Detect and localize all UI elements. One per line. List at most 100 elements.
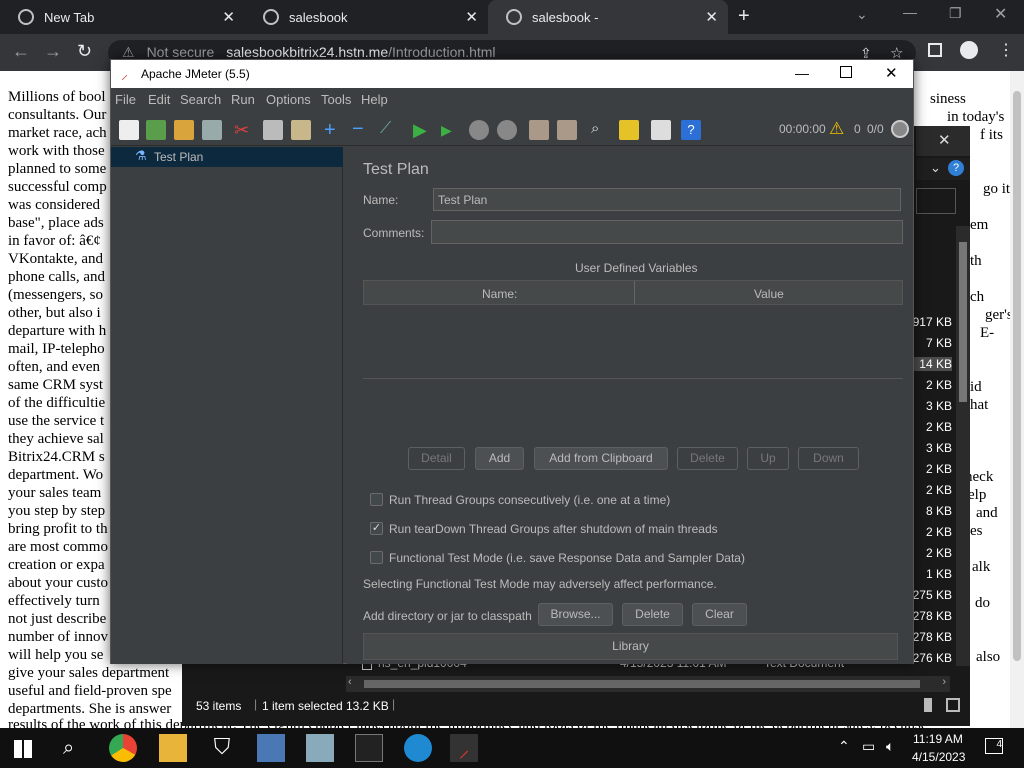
paste-icon[interactable] [291, 120, 311, 140]
delete-button[interactable]: Delete [677, 447, 738, 470]
help-icon[interactable]: ? [681, 120, 701, 140]
clear-icon[interactable] [529, 120, 549, 140]
file-explorer-icon[interactable] [159, 734, 187, 762]
templates-icon[interactable] [146, 120, 166, 140]
page-text-fragment: E- [980, 325, 995, 341]
run-consecutively-checkbox[interactable] [370, 493, 383, 506]
page-scrollbar[interactable] [1010, 71, 1024, 728]
page-text-fragment: es [970, 523, 983, 539]
globe-icon [506, 9, 522, 25]
edge-icon[interactable] [404, 734, 432, 762]
search-binoculars-icon[interactable]: ⌕ [591, 120, 611, 140]
explorer-scrollbar[interactable] [956, 226, 970, 666]
menu-options[interactable]: Options [266, 92, 311, 107]
chevron-up-icon[interactable]: ⌃ [838, 738, 850, 755]
maximize-icon[interactable] [840, 66, 852, 78]
profile-icon[interactable] [960, 41, 978, 59]
down-button[interactable]: Down [798, 447, 859, 470]
tab-salesbook-active[interactable]: salesbook - ✕ [488, 0, 728, 34]
jmeter-taskbar-icon[interactable]: ⸝ [450, 734, 478, 762]
help-icon[interactable]: ? [948, 160, 964, 176]
chrome-icon[interactable] [109, 734, 137, 762]
tab-new-tab[interactable]: New Tab ✕ [0, 0, 245, 34]
app-icon-2[interactable] [306, 734, 334, 762]
chevron-down-icon[interactable]: ⌄ [930, 160, 941, 176]
forward-icon[interactable]: → [44, 41, 62, 62]
minimize-icon[interactable]: — [795, 65, 809, 81]
close-window-icon[interactable]: ✕ [994, 4, 1007, 24]
delete-classpath-button[interactable]: Delete [622, 603, 683, 626]
new-tab-button[interactable]: + [738, 5, 750, 28]
page-text-line: useful and field-proven spe [8, 683, 172, 699]
new-icon[interactable] [119, 120, 139, 140]
comments-field[interactable] [431, 220, 903, 244]
close-icon[interactable]: ✕ [705, 8, 718, 26]
clock-date[interactable]: 4/15/2023 [912, 750, 965, 764]
scrollbar-thumb[interactable] [1013, 91, 1021, 661]
name-field[interactable]: Test Plan [433, 188, 901, 211]
page-text-line: are most commo [8, 539, 108, 555]
browse-button[interactable]: Browse... [538, 603, 613, 626]
udv-table-body[interactable] [363, 305, 903, 379]
up-button[interactable]: Up [747, 447, 789, 470]
save-icon[interactable] [202, 120, 222, 140]
cut-icon[interactable]: ✂ [234, 120, 254, 140]
reload-icon[interactable]: ↻ [77, 41, 92, 62]
clock-time[interactable]: 11:19 AM [913, 732, 963, 746]
expand-icon[interactable]: + [324, 120, 344, 140]
page-text-line: same CRM syst [8, 377, 104, 393]
horizontal-scrollbar[interactable]: ‹ › [346, 676, 950, 692]
tree-item-test-plan[interactable]: ⚗ Test Plan [111, 147, 343, 167]
search-box[interactable] [916, 188, 956, 214]
app-icon[interactable] [257, 734, 285, 762]
clear-all-icon[interactable] [557, 120, 577, 140]
close-icon[interactable]: ✕ [885, 64, 898, 82]
teardown-checkbox[interactable]: ✓ [370, 522, 383, 535]
security-shield-icon[interactable]: ⛉ [208, 734, 236, 762]
warning-icon[interactable]: ⚠ [829, 119, 844, 139]
detail-button[interactable]: Detail [408, 447, 465, 470]
start-icon[interactable]: ▶ [413, 120, 433, 140]
terminal-icon[interactable] [355, 734, 383, 762]
add-button[interactable]: Add [475, 447, 524, 470]
menu-icon[interactable]: ⋮ [998, 40, 1014, 60]
details-view-icon[interactable] [924, 698, 932, 712]
menu-edit[interactable]: Edit [148, 92, 170, 107]
tab-search-icon[interactable]: ⌄ [856, 6, 868, 23]
copy-icon[interactable] [263, 120, 283, 140]
tiles-view-icon[interactable] [946, 698, 960, 712]
toggle-icon[interactable]: ⟋ [380, 120, 400, 140]
function-helper-icon[interactable] [651, 120, 671, 140]
clear-button[interactable]: Clear [692, 603, 747, 626]
menu-search[interactable]: Search [180, 92, 221, 107]
search-icon[interactable]: ⌕ [63, 737, 74, 760]
stop-icon[interactable] [469, 120, 489, 140]
menu-run[interactable]: Run [231, 92, 255, 107]
page-text-line: Millions of bool [8, 89, 106, 105]
back-icon[interactable]: ← [12, 41, 30, 62]
side-panel-icon[interactable] [928, 43, 942, 57]
restore-icon[interactable]: ❐ [949, 5, 962, 22]
shutdown-icon[interactable] [497, 120, 517, 140]
open-icon[interactable] [174, 120, 194, 140]
remote-icon[interactable] [891, 120, 909, 138]
library-table-header: Library [363, 633, 898, 660]
close-icon[interactable]: ✕ [465, 8, 478, 26]
functional-mode-checkbox[interactable] [370, 551, 383, 564]
add-from-clipboard-button[interactable]: Add from Clipboard [534, 447, 668, 470]
menu-help[interactable]: Help [361, 92, 388, 107]
network-icon[interactable]: ▭ [862, 738, 875, 755]
windows-start-icon[interactable] [14, 740, 32, 758]
reset-search-icon[interactable] [619, 120, 639, 140]
browser-tab-strip: New Tab ✕ salesbook ✕ salesbook - ✕ + ⌄ — ❐… [0, 0, 1024, 34]
volume-icon[interactable]: 🔈︎ [886, 738, 894, 755]
collapse-icon[interactable]: − [352, 119, 372, 140]
menu-file[interactable]: File [115, 92, 136, 107]
close-icon[interactable]: ✕ [938, 131, 951, 149]
menu-tools[interactable]: Tools [321, 92, 351, 107]
start-no-pauses-icon[interactable]: ▶ [441, 120, 461, 140]
close-icon[interactable]: ✕ [222, 8, 235, 26]
minimize-icon[interactable]: — [903, 4, 917, 20]
tab-salesbook[interactable]: salesbook ✕ [245, 0, 488, 34]
notifications-icon[interactable]: 4 [985, 738, 1003, 754]
